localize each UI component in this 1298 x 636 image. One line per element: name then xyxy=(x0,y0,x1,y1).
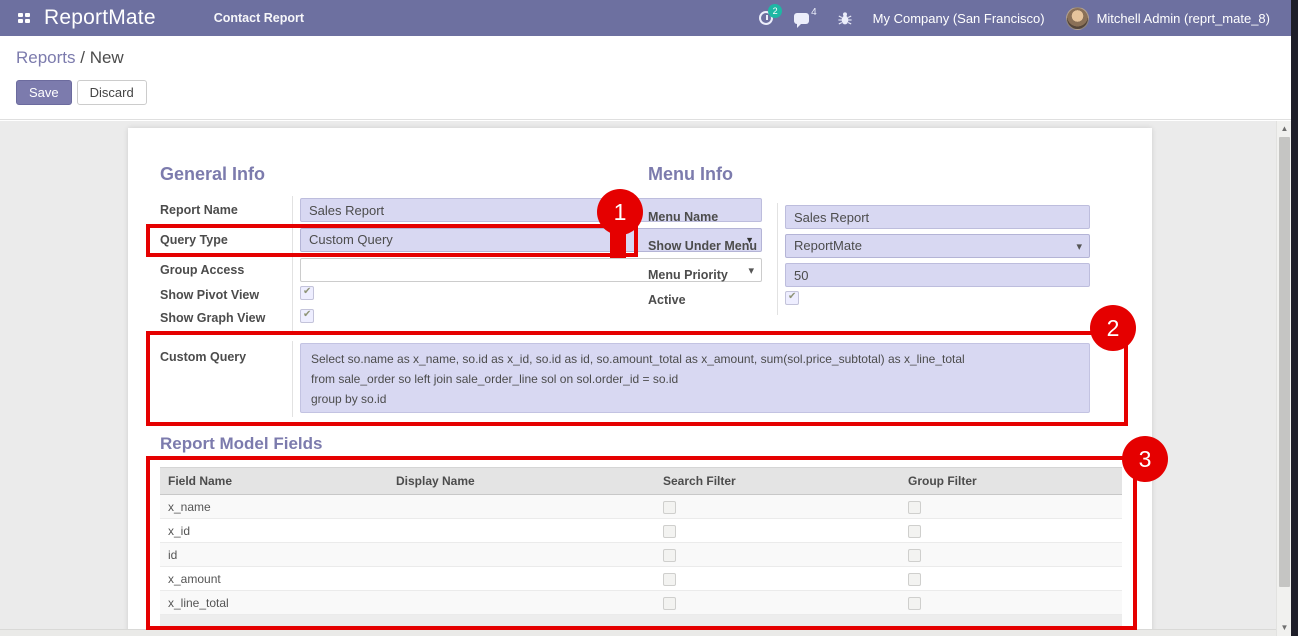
content-area: General Info Report Name Query Type Cust… xyxy=(0,121,1291,636)
company-switcher[interactable]: My Company (San Francisco) xyxy=(873,11,1045,26)
cell-field-name[interactable]: x_amount xyxy=(160,567,388,591)
bottom-scroll-track[interactable] xyxy=(0,629,1291,636)
search-filter-checkbox[interactable] xyxy=(663,573,676,586)
apps-grid-icon[interactable] xyxy=(18,13,30,23)
user-avatar xyxy=(1066,7,1089,30)
general-label-separator xyxy=(292,196,293,334)
nav-menu-contact-report[interactable]: Contact Report xyxy=(214,11,304,25)
user-menu[interactable]: Mitchell Admin (reprt_mate_8) xyxy=(1066,7,1270,30)
menu-name-label: Menu Name xyxy=(648,210,718,224)
menu-name-input[interactable] xyxy=(785,205,1090,229)
cell-field-name[interactable]: x_name xyxy=(160,495,388,519)
show-pivot-checkbox[interactable] xyxy=(300,286,314,300)
vertical-scrollbar[interactable]: ▲ ▼ xyxy=(1276,121,1291,636)
navbar-right: 2 4 My Company (San Francisco) xyxy=(759,7,1270,30)
chevron-down-icon: ▾ xyxy=(748,264,754,277)
cell-display-name[interactable] xyxy=(388,591,655,615)
cell-field-name[interactable]: x_line_total xyxy=(160,591,388,615)
activity-count-badge: 2 xyxy=(768,4,782,18)
report-model-fields-title: Report Model Fields xyxy=(160,434,322,454)
discard-button[interactable]: Discard xyxy=(77,80,147,105)
group-access-label: Group Access xyxy=(160,263,244,277)
custom-query-label: Custom Query xyxy=(160,350,246,364)
debug-bug-icon[interactable] xyxy=(838,11,852,26)
cell-display-name[interactable] xyxy=(388,543,655,567)
col-display-name[interactable]: Display Name xyxy=(388,468,655,495)
table-row[interactable]: x_id xyxy=(160,519,1122,543)
group-filter-checkbox[interactable] xyxy=(908,501,921,514)
annotation-badge-3: 3 xyxy=(1122,436,1168,482)
table-header-row: Field Name Display Name Search Filter Gr… xyxy=(160,468,1122,495)
window-edge-strip xyxy=(1291,0,1298,636)
custom-query-textarea[interactable]: Select so.name as x_name, so.id as x_id,… xyxy=(300,343,1090,413)
action-buttons: Save Discard xyxy=(16,80,147,105)
col-search-filter[interactable]: Search Filter xyxy=(655,468,900,495)
control-panel: Reports / New Save Discard xyxy=(0,36,1291,120)
breadcrumb-current: / New xyxy=(76,48,124,67)
menu-priority-label: Menu Priority xyxy=(648,268,728,282)
menu-info-title: Menu Info xyxy=(648,164,733,185)
user-name: Mitchell Admin (reprt_mate_8) xyxy=(1097,11,1270,26)
active-label: Active xyxy=(648,293,686,307)
cell-display-name[interactable] xyxy=(388,567,655,591)
search-filter-checkbox[interactable] xyxy=(663,501,676,514)
cell-display-name[interactable] xyxy=(388,519,655,543)
search-filter-checkbox[interactable] xyxy=(663,549,676,562)
group-filter-checkbox[interactable] xyxy=(908,525,921,538)
query-type-value: Custom Query xyxy=(309,232,393,247)
message-count: 4 xyxy=(811,7,817,18)
query-type-label: Query Type xyxy=(160,233,228,247)
annotation-badge-1: 1 xyxy=(597,189,643,235)
page: ReportMate Contact Report 2 4 xyxy=(0,0,1298,636)
col-group-filter[interactable]: Group Filter xyxy=(900,468,1122,495)
show-pivot-label: Show Pivot View xyxy=(160,288,259,302)
table-empty-row xyxy=(160,615,1122,626)
col-field-name[interactable]: Field Name xyxy=(160,468,388,495)
chevron-down-icon: ▾ xyxy=(1076,240,1082,253)
search-filter-checkbox[interactable] xyxy=(663,597,676,610)
menu-priority-input[interactable] xyxy=(785,263,1090,287)
annotation-badge-2: 2 xyxy=(1090,305,1136,351)
report-name-label: Report Name xyxy=(160,203,238,217)
table-row[interactable]: x_name xyxy=(160,495,1122,519)
group-filter-checkbox[interactable] xyxy=(908,549,921,562)
app-brand[interactable]: ReportMate xyxy=(44,6,156,30)
cell-display-name[interactable] xyxy=(388,495,655,519)
activity-clock-icon[interactable]: 2 xyxy=(759,11,773,25)
table-row[interactable]: x_line_total xyxy=(160,591,1122,615)
breadcrumb: Reports / New xyxy=(16,48,124,68)
messages-icon[interactable]: 4 xyxy=(794,13,817,24)
table-row[interactable]: id xyxy=(160,543,1122,567)
save-button[interactable]: Save xyxy=(16,80,72,105)
search-filter-checkbox[interactable] xyxy=(663,525,676,538)
breadcrumb-reports-link[interactable]: Reports xyxy=(16,48,76,67)
cell-field-name[interactable]: x_id xyxy=(160,519,388,543)
group-filter-checkbox[interactable] xyxy=(908,573,921,586)
scroll-up-arrow[interactable]: ▲ xyxy=(1277,121,1292,135)
fields-table: Field Name Display Name Search Filter Gr… xyxy=(160,467,1122,626)
active-checkbox[interactable] xyxy=(785,291,799,305)
menu-label-separator xyxy=(777,203,778,315)
table-row[interactable]: x_amount xyxy=(160,567,1122,591)
chat-bubble-glyph xyxy=(794,13,809,24)
group-filter-checkbox[interactable] xyxy=(908,597,921,610)
show-under-menu-value: ReportMate xyxy=(794,238,862,253)
custom-query-separator xyxy=(292,341,293,417)
top-navbar: ReportMate Contact Report 2 4 xyxy=(0,0,1298,36)
scrollbar-thumb[interactable] xyxy=(1279,137,1290,587)
show-under-menu-label: Show Under Menu xyxy=(648,239,757,253)
general-info-title: General Info xyxy=(160,164,265,185)
show-under-menu-select[interactable]: ReportMate ▾ xyxy=(785,234,1090,258)
scroll-down-arrow[interactable]: ▼ xyxy=(1277,620,1292,634)
show-graph-checkbox[interactable] xyxy=(300,309,314,323)
cell-field-name[interactable]: id xyxy=(160,543,388,567)
show-graph-label: Show Graph View xyxy=(160,311,265,325)
